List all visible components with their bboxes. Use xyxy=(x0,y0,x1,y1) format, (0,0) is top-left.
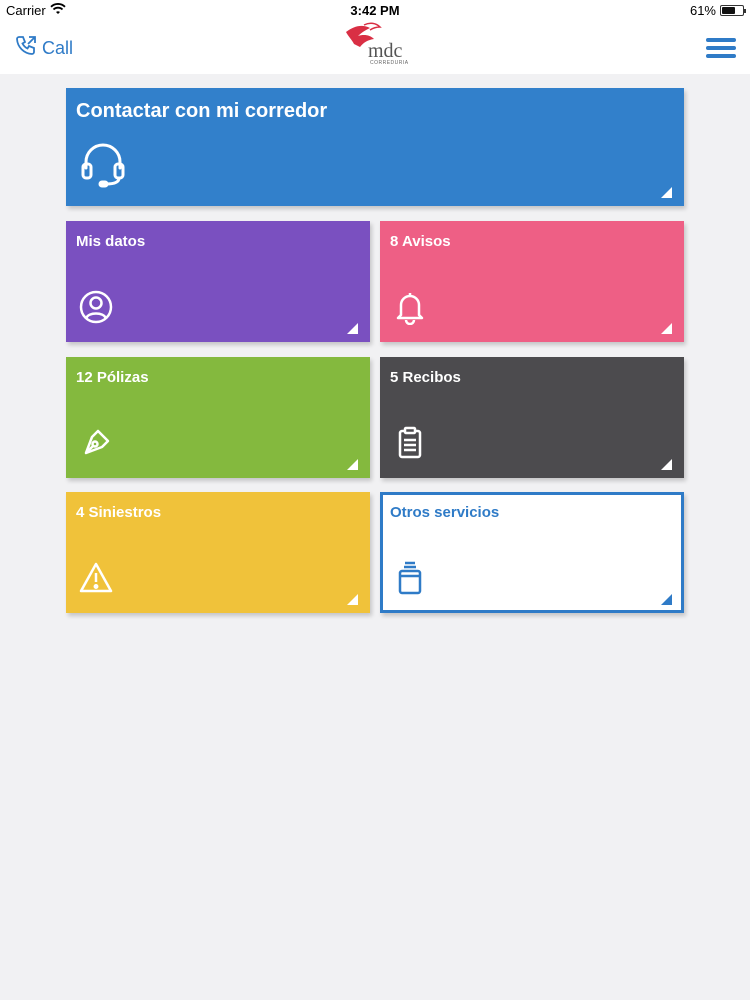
tile-avisos[interactable]: 8 Avisos xyxy=(380,221,684,342)
call-button[interactable]: Call xyxy=(14,34,73,63)
tile-label: Otros servicios xyxy=(390,504,500,521)
tile-label: Contactar con mi corredor xyxy=(76,100,328,122)
tile-recibos[interactable]: 5 Recibos xyxy=(380,357,684,478)
pen-nib-icon xyxy=(78,425,114,461)
bell-icon xyxy=(392,289,428,326)
clipboard-icon xyxy=(392,425,428,461)
phone-outgoing-icon xyxy=(14,34,42,63)
battery-percentage: 61% xyxy=(689,3,716,18)
tile-polizas[interactable]: 12 Pólizas xyxy=(66,357,370,478)
call-label: Call xyxy=(42,38,74,58)
hamburger-menu-icon[interactable] xyxy=(706,38,736,60)
tile-mis-datos[interactable]: Mis datos xyxy=(66,221,370,342)
user-circle-icon xyxy=(78,289,114,325)
corner-indicator xyxy=(661,187,672,198)
tile-label: 12 Pólizas xyxy=(76,369,149,386)
tile-siniestros[interactable]: 4 Siniestros xyxy=(66,492,370,613)
corner-indicator xyxy=(661,594,672,605)
corner-indicator xyxy=(347,323,358,334)
jar-icon xyxy=(392,560,428,596)
nav-bar: Call mdc CORREDURIA xyxy=(0,20,750,74)
corner-indicator xyxy=(661,323,672,334)
tile-label: 8 Avisos xyxy=(390,233,451,250)
tile-label: 4 Siniestros xyxy=(76,504,162,521)
corner-indicator xyxy=(347,594,358,605)
tile-label: Mis datos xyxy=(76,233,146,250)
corner-indicator xyxy=(347,459,358,470)
clock: 3:42 PM xyxy=(350,3,400,18)
tile-otros-servicios[interactable]: Otros servicios xyxy=(380,492,684,613)
corner-indicator xyxy=(661,459,672,470)
tile-label: 5 Recibos xyxy=(390,369,461,386)
headset-icon xyxy=(78,138,128,188)
logo-subtitle: CORREDURIA xyxy=(370,60,409,66)
warning-icon xyxy=(78,560,114,596)
battery-icon xyxy=(720,5,746,16)
status-bar: Carrier 3:42 PM 61% xyxy=(0,0,750,20)
tile-contact-broker[interactable]: Contactar con mi corredor xyxy=(66,88,684,206)
mdc-logo[interactable]: mdc CORREDURIA xyxy=(340,22,412,68)
